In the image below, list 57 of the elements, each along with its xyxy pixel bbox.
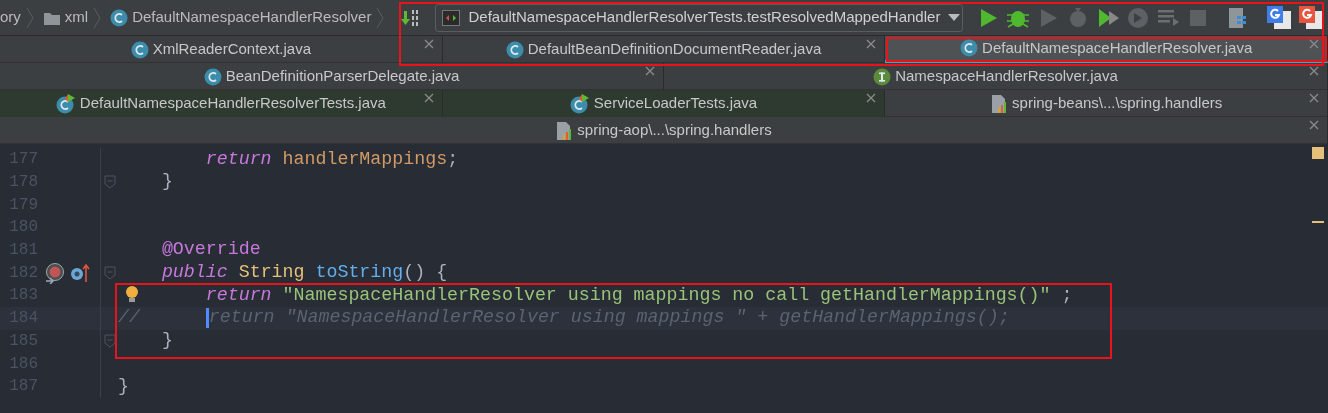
- code-line: return "NamespaceHandlerResolver using mappings no call getHandlerMappings()" ;: [204, 283, 1073, 307]
- close-icon[interactable]: [866, 93, 877, 103]
- close-icon[interactable]: [866, 39, 877, 49]
- file-chart-icon: [555, 120, 574, 141]
- class-icon: [960, 39, 979, 57]
- fold-marker-icon[interactable]: [103, 333, 116, 348]
- code-line: }: [118, 374, 129, 398]
- chevron-icon: [24, 6, 35, 29]
- close-icon[interactable]: [1309, 39, 1319, 49]
- chevron-icon: [375, 6, 386, 29]
- close-icon[interactable]: [423, 93, 434, 103]
- class-icon: [110, 8, 129, 27]
- error-stripe-mark: [1312, 221, 1324, 223]
- tab-label: BeanDefinitionParserDelegate.java: [225, 66, 460, 87]
- chevron-icon: [92, 6, 103, 29]
- close-icon[interactable]: [423, 39, 434, 49]
- breadcrumb-item[interactable]: ory: [0, 6, 21, 29]
- fold-marker-icon[interactable]: [103, 265, 116, 280]
- breadcrumb-item[interactable]: xml: [64, 6, 89, 29]
- close-icon[interactable]: [1309, 93, 1319, 103]
- code-line: }: [160, 329, 173, 353]
- close-icon[interactable]: [645, 66, 655, 76]
- tab-label: DefaultBeanDefinitionDocumentReader.java: [527, 39, 822, 60]
- file-tab[interactable]: spring-aop\...\spring.handlers: [0, 117, 1328, 144]
- tab-label: spring-aop\...\spring.handlers: [577, 120, 772, 141]
- breadcrumb-item[interactable]: DefaultNamespaceHandlerResolver: [132, 6, 372, 29]
- tab-label: NamespaceHandlerResolver.java: [895, 66, 1118, 87]
- overridden-method-icon: [70, 261, 92, 284]
- code-line: public String toString() {: [160, 261, 448, 285]
- error-stripe-mark: [1312, 147, 1324, 159]
- translate-icon[interactable]: [1265, 3, 1294, 32]
- caret-icon: [948, 13, 961, 22]
- class-icon: [130, 40, 149, 59]
- run-configuration-dropdown[interactable]: DefaultNamespaceHandlerResolverTests.testResolvedMappedHandler: [435, 3, 964, 32]
- file-tab[interactable]: DefaultNamespaceHandlerResolver.java: [885, 36, 1328, 63]
- close-icon[interactable]: [1309, 66, 1319, 76]
- tab-label: spring-beans\...\spring.handlers: [1012, 93, 1223, 114]
- code-line: return handlerMappings;: [204, 147, 459, 171]
- class-icon: [203, 67, 222, 86]
- class-icon: [505, 40, 524, 59]
- code-line: }: [160, 170, 173, 194]
- close-icon[interactable]: [1309, 120, 1319, 130]
- file-tab[interactable]: DefaultNamespaceHandlerResolverTests.java: [0, 90, 443, 117]
- file-tab[interactable]: ServiceLoaderTests.java: [442, 90, 886, 117]
- code-line: @Override: [160, 238, 261, 262]
- run-config-icon: [442, 9, 461, 26]
- code-line: //: [118, 306, 142, 330]
- override-method-icon: [44, 261, 66, 284]
- tab-label: ServiceLoaderTests.java: [593, 93, 758, 114]
- fold-marker-icon[interactable]: [103, 175, 116, 190]
- tab-label: DefaultNamespaceHandlerResolverTests.java: [79, 93, 386, 114]
- test-class-icon: [55, 93, 76, 114]
- interface-icon: [873, 67, 892, 86]
- file-chart-icon: [990, 93, 1009, 114]
- tab-label: XmlReaderContext.java: [152, 39, 312, 60]
- tab-label: DefaultNamespaceHandlerResolver.java: [982, 37, 1253, 58]
- test-class-icon: [569, 93, 590, 114]
